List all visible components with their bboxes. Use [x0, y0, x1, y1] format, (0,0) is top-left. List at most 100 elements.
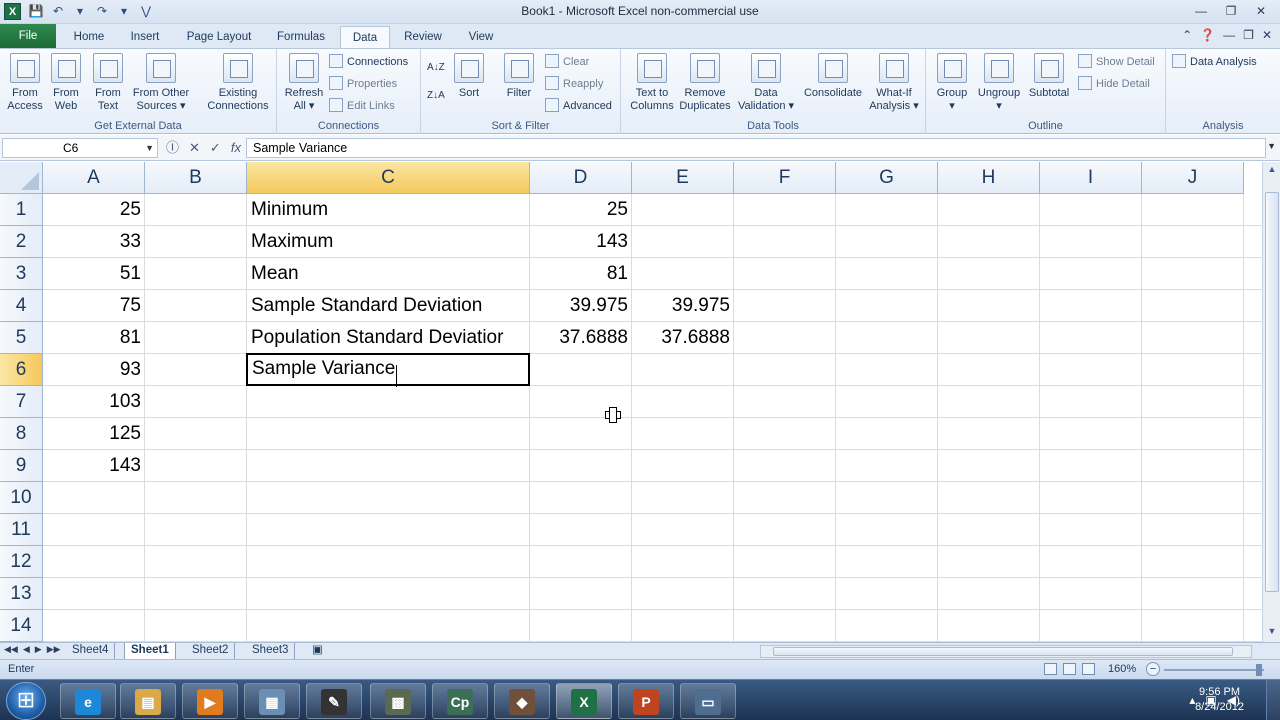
minimize-ribbon-icon[interactable]: ⌃	[1182, 28, 1192, 42]
taskbar-notepad-button[interactable]: ▭	[680, 683, 736, 719]
save-icon[interactable]: 💾	[28, 3, 44, 19]
start-button[interactable]	[6, 682, 46, 720]
sheet-tab-active[interactable]: Sheet1	[124, 643, 176, 659]
doc-close-icon[interactable]: ✕	[1262, 28, 1272, 42]
reapply-button[interactable]: Reapply	[545, 75, 603, 93]
column-header-f[interactable]: F	[734, 162, 836, 194]
row-header-3[interactable]: 3	[0, 258, 43, 290]
clock[interactable]: 9:56 PM 8/24/2012	[1195, 685, 1244, 715]
show-detail-button[interactable]: Show Detail	[1078, 53, 1155, 71]
vertical-scroll-thumb[interactable]	[1265, 192, 1279, 592]
dropdown-icon[interactable]: ▾	[72, 3, 88, 19]
cell-c5[interactable]: Population Standard Deviatior	[247, 322, 530, 354]
select-all-corner[interactable]	[0, 162, 43, 194]
scroll-down-icon[interactable]: ▼	[1266, 626, 1278, 640]
row-header-11[interactable]: 11	[0, 514, 43, 546]
expand-icon[interactable]: Ⓘ	[166, 138, 179, 158]
tab-insert[interactable]: Insert	[122, 26, 168, 48]
cell-a3[interactable]: 51	[43, 258, 145, 290]
column-header-a[interactable]: A	[43, 162, 145, 194]
group-button[interactable]: Group ▾	[932, 53, 972, 113]
scroll-up-icon[interactable]: ▲	[1266, 164, 1278, 178]
last-sheet-icon[interactable]: ▶▶	[47, 644, 61, 655]
existing-connections-button[interactable]: Existing Connections	[202, 53, 274, 113]
cell-d2[interactable]: 143	[530, 226, 632, 258]
tab-view[interactable]: View	[458, 26, 504, 48]
column-header-d[interactable]: D	[530, 162, 632, 194]
cell-c2[interactable]: Maximum	[247, 226, 530, 258]
taskbar-network-tool-button[interactable]: ▦	[244, 683, 300, 719]
text-to-columns-button[interactable]: Text to Columns	[625, 53, 679, 113]
connections-button[interactable]: Connections	[329, 53, 408, 71]
what-if-analysis-button[interactable]: What-If Analysis ▾	[867, 53, 921, 113]
show-desktop-button[interactable]	[1266, 680, 1280, 720]
row-header-5[interactable]: 5	[0, 322, 43, 354]
tab-data[interactable]: Data	[340, 26, 390, 49]
subtotal-button[interactable]: Subtotal	[1024, 53, 1074, 100]
taskbar-internet-explorer-button[interactable]: e	[60, 683, 116, 719]
zoom-level[interactable]: 160%	[1108, 663, 1136, 675]
first-sheet-icon[interactable]: ◀◀	[4, 644, 18, 655]
row-header-1[interactable]: 1	[0, 194, 43, 226]
doc-restore-icon[interactable]: ❐	[1243, 28, 1254, 42]
cell-d5[interactable]: 37.6888	[530, 322, 632, 354]
from-access-button[interactable]: From Access	[4, 53, 46, 113]
zoom-out-icon[interactable]: −	[1146, 662, 1160, 676]
data-analysis-button[interactable]: Data Analysis	[1172, 53, 1257, 71]
zoom-slider[interactable]	[1164, 669, 1264, 671]
customize-icon[interactable]: ⋁	[138, 3, 154, 19]
row-header-14[interactable]: 14	[0, 610, 43, 642]
horizontal-scrollbar[interactable]	[760, 645, 1252, 658]
column-header-b[interactable]: B	[145, 162, 247, 194]
worksheet-grid[interactable]: A B C D E F G H I J 1 2 3 4 5 6 7 8 9 10 11 12 13 14 25 33 51 75 81 9…	[0, 162, 1262, 642]
tab-formulas[interactable]: Formulas	[270, 26, 332, 48]
sheet-tab[interactable]: Sheet3	[246, 643, 296, 659]
column-header-c[interactable]: C	[247, 162, 530, 194]
ungroup-button[interactable]: Ungroup ▾	[974, 53, 1024, 113]
cell-e5[interactable]: 37.6888	[632, 322, 734, 354]
redo-icon[interactable]: ↷	[94, 3, 110, 19]
taskbar-excel-button[interactable]: X	[556, 683, 612, 719]
dropdown-icon[interactable]: ▾	[116, 3, 132, 19]
horizontal-scroll-thumb[interactable]	[773, 647, 1233, 656]
sort-za-button[interactable]: Z↓A	[427, 87, 445, 105]
cell-d1[interactable]: 25	[530, 194, 632, 226]
cell-d3[interactable]: 81	[530, 258, 632, 290]
taskbar-pen-tool-button[interactable]: ✎	[306, 683, 362, 719]
insert-sheet-icon[interactable]: ▣	[306, 643, 329, 659]
cell-a7[interactable]: 103	[43, 386, 145, 418]
cancel-icon[interactable]: ✕	[189, 138, 200, 158]
cell-c1[interactable]: Minimum	[247, 194, 530, 226]
from-web-button[interactable]: From Web	[46, 53, 86, 113]
cell-a9[interactable]: 143	[43, 450, 145, 482]
sort-az-button[interactable]: A↓Z	[427, 59, 445, 77]
row-header-13[interactable]: 13	[0, 578, 43, 610]
cell-c3[interactable]: Mean	[247, 258, 530, 290]
cell-a5[interactable]: 81	[43, 322, 145, 354]
column-header-h[interactable]: H	[938, 162, 1040, 194]
restore-icon[interactable]: ❐	[1218, 2, 1244, 20]
row-header-12[interactable]: 12	[0, 546, 43, 578]
sheet-tab[interactable]: Sheet2	[186, 643, 236, 659]
cell-a2[interactable]: 33	[43, 226, 145, 258]
vertical-scrollbar[interactable]: ▲ ▼	[1262, 162, 1280, 642]
row-header-7[interactable]: 7	[0, 386, 43, 418]
tab-home[interactable]: Home	[66, 26, 112, 48]
formula-input[interactable]: Sample Variance	[246, 138, 1266, 158]
consolidate-button[interactable]: Consolidate	[801, 53, 865, 100]
data-validation-button[interactable]: Data Validation ▾	[735, 53, 797, 113]
taskbar-game-app-button[interactable]: ◆	[494, 683, 550, 719]
taskbar-media-player-button[interactable]: ▶	[182, 683, 238, 719]
tab-page-layout[interactable]: Page Layout	[180, 26, 258, 48]
cell-a4[interactable]: 75	[43, 290, 145, 322]
refresh-all-button[interactable]: Refresh All ▾	[281, 53, 327, 113]
cell-a8[interactable]: 125	[43, 418, 145, 450]
next-sheet-icon[interactable]: ▶	[35, 644, 42, 655]
normal-view-icon[interactable]	[1044, 663, 1057, 675]
column-header-j[interactable]: J	[1142, 162, 1244, 194]
column-header-g[interactable]: G	[836, 162, 938, 194]
row-header-9[interactable]: 9	[0, 450, 43, 482]
doc-minimize-icon[interactable]: —	[1223, 28, 1235, 42]
formula-bar-expand-icon[interactable]: ▼	[1267, 141, 1276, 151]
undo-icon[interactable]: ↶	[50, 3, 66, 19]
